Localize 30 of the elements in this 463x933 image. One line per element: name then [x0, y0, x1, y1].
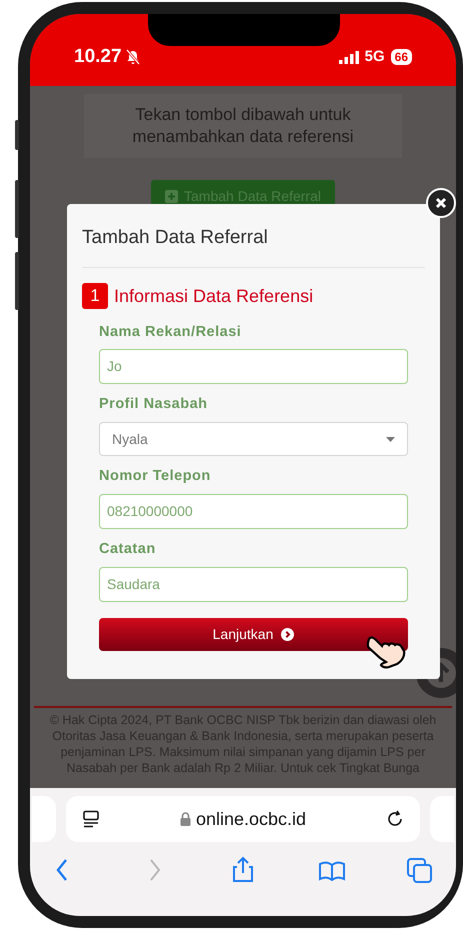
close-button[interactable]: [426, 188, 456, 218]
modal-title: Tambah Data Referral: [82, 204, 425, 268]
status-time: 10.27: [74, 44, 122, 69]
caret-icon: [386, 436, 395, 442]
battery-level: 66: [390, 49, 412, 65]
page-menu-icon: [82, 810, 100, 828]
close-icon: [435, 197, 447, 209]
signal-icon: [338, 50, 359, 64]
input-field[interactable]: Jo: [99, 349, 408, 384]
address-field[interactable]: online.ocbc.id: [66, 796, 420, 842]
field-label: Nama Rekan/Relasi: [99, 322, 242, 342]
reload-icon[interactable]: [386, 810, 404, 828]
network-label: 5G: [364, 46, 385, 67]
input-field[interactable]: Saudara: [99, 566, 408, 602]
plus-icon: [165, 190, 178, 202]
tabs-icon[interactable]: [406, 856, 434, 884]
url-text: online.ocbc.id: [196, 808, 306, 830]
select-field[interactable]: Nyala: [99, 422, 408, 456]
input-field[interactable]: 08210000000: [99, 494, 408, 529]
continue-button[interactable]: Lanjutkan: [99, 618, 408, 650]
step-number: 1: [82, 283, 108, 309]
step-title: Informasi Data Referensi: [114, 284, 314, 308]
field-label: Nomor Telepon: [99, 467, 212, 486]
info-text: Tekan tombol dibawah untuk menambahkan data referensi: [131, 104, 355, 148]
hand-pointer-icon: [366, 634, 406, 668]
field-label: Catatan: [99, 540, 157, 559]
bell-slash-icon: [124, 49, 141, 65]
lock-icon: [180, 812, 191, 826]
chevron-circle-icon: [281, 628, 294, 640]
field-label: Profil Nasabah: [99, 395, 209, 414]
